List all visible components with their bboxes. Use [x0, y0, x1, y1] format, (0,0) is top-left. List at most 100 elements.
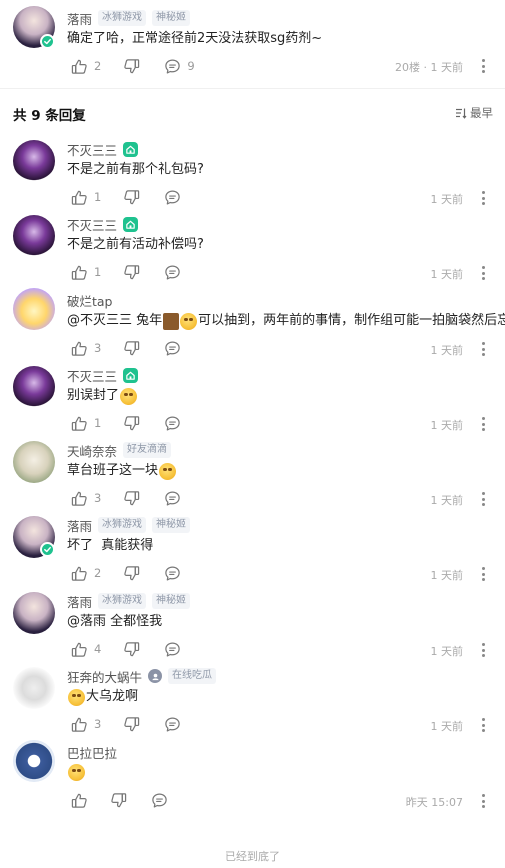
avatar[interactable] — [13, 667, 55, 709]
more-options-icon[interactable] — [481, 191, 485, 205]
like-button[interactable]: 3 — [71, 490, 101, 507]
user-tag: 冰狮游戏 — [98, 593, 147, 609]
like-button[interactable]: 3 — [71, 716, 101, 733]
thumbs-down-icon — [123, 641, 140, 658]
thumbs-up-icon — [71, 415, 88, 432]
more-options-icon[interactable] — [481, 567, 485, 581]
dislike-button[interactable] — [123, 490, 140, 507]
reply-icon — [164, 58, 181, 75]
username[interactable]: 巴拉巴拉 — [67, 743, 117, 762]
reply-time: 1 天前 — [430, 720, 464, 733]
dislike-button[interactable] — [123, 58, 140, 75]
username[interactable]: 不灭三三 — [67, 140, 117, 159]
user-tag: 神秘姬 — [152, 593, 191, 609]
username[interactable]: 落雨 — [67, 592, 92, 611]
user-tag: 在线吃瓜 — [168, 668, 217, 684]
username[interactable]: 落雨 — [67, 9, 92, 28]
home-badge-icon — [123, 216, 139, 232]
dislike-button[interactable] — [123, 264, 140, 281]
verified-badge-icon — [40, 34, 55, 49]
username[interactable]: 落雨 — [67, 516, 92, 535]
like-button[interactable]: 4 — [71, 641, 101, 658]
thumbs-down-icon — [123, 565, 140, 582]
user-tag: 神秘姬 — [152, 517, 191, 533]
user-tag: 冰狮游戏 — [98, 10, 147, 26]
reply-button[interactable] — [151, 792, 168, 809]
reply-text: 大乌龙啊 — [67, 688, 138, 706]
more-options-icon[interactable] — [481, 718, 485, 732]
reply-icon — [164, 189, 181, 206]
reply-text — [67, 764, 86, 781]
more-options-icon[interactable] — [481, 59, 485, 73]
reply-button[interactable] — [164, 189, 181, 206]
like-button[interactable]: 2 — [71, 565, 101, 582]
like-button[interactable]: 1 — [71, 189, 101, 206]
dislike-button[interactable] — [123, 641, 140, 658]
dislike-button[interactable] — [123, 716, 140, 733]
emoji-icon — [68, 764, 85, 781]
avatar[interactable] — [13, 140, 55, 182]
avatar[interactable] — [13, 740, 55, 782]
username[interactable]: 天崎奈奈 — [67, 441, 117, 460]
more-options-icon[interactable] — [481, 794, 485, 808]
reply-text: @不灭三三 兔年 可以抽到，两年前的事情，制作组可能一拍脑袋然后忘了 — [67, 312, 505, 330]
thumbs-up-icon — [71, 792, 88, 809]
thumbs-down-icon — [123, 716, 140, 733]
reply-text-content: 别误封了 — [67, 388, 120, 403]
username[interactable]: 不灭三三 — [67, 215, 117, 234]
reply-button[interactable] — [164, 264, 181, 281]
comment-meta: 20楼 · 1 天前 — [395, 61, 463, 74]
shield-badge-icon — [148, 669, 163, 683]
thumbs-up-icon — [71, 264, 88, 281]
reply-button[interactable] — [164, 490, 181, 507]
dislike-button[interactable] — [123, 189, 140, 206]
reply-button[interactable] — [164, 641, 181, 658]
reply-button[interactable]: 9 — [164, 58, 195, 75]
like-button[interactable]: 2 — [71, 58, 101, 75]
dislike-button[interactable] — [123, 565, 140, 582]
verified-badge-icon — [40, 542, 55, 557]
dislike-button[interactable] — [110, 792, 127, 809]
more-options-icon[interactable] — [481, 643, 485, 657]
username[interactable]: 破烂tap — [67, 291, 113, 310]
avatar[interactable] — [13, 441, 55, 483]
more-options-icon[interactable] — [481, 266, 485, 280]
comment-text: 确定了哈，正常途径前2天没法获取sg药剂~ — [67, 31, 323, 46]
avatar[interactable] — [13, 288, 55, 330]
reply-time: 1 天前 — [430, 569, 464, 582]
reply-button[interactable] — [164, 565, 181, 582]
emoji-icon — [68, 688, 85, 706]
reply-time: 1 天前 — [430, 344, 464, 357]
dislike-button[interactable] — [123, 340, 140, 357]
username[interactable]: 不灭三三 — [67, 366, 117, 385]
reply-text: @落雨 全都怪我 — [67, 614, 163, 629]
reply-text-rest: 可以抽到，两年前的事情，制作组可能一拍脑袋然后忘了 — [198, 313, 505, 328]
user-tag: 冰狮游戏 — [98, 517, 147, 533]
like-button[interactable]: 1 — [71, 415, 101, 432]
reply-icon — [164, 415, 181, 432]
sort-toggle[interactable]: 最早 — [455, 105, 493, 121]
like-count: 2 — [94, 566, 102, 580]
thumbs-down-icon — [123, 264, 140, 281]
sticker-icon — [163, 312, 180, 330]
more-options-icon[interactable] — [481, 417, 485, 431]
thumbs-up-icon — [71, 189, 88, 206]
reply-button[interactable] — [164, 716, 181, 733]
like-button[interactable]: 1 — [71, 264, 101, 281]
like-button[interactable]: 3 — [71, 340, 101, 357]
reply-button[interactable] — [164, 415, 181, 432]
like-button[interactable] — [71, 792, 88, 809]
thumbs-down-icon — [123, 415, 140, 432]
avatar[interactable] — [13, 366, 55, 408]
thumbs-down-icon — [110, 792, 127, 809]
more-options-icon[interactable] — [481, 492, 485, 506]
avatar[interactable] — [13, 592, 55, 634]
thumbs-down-icon — [123, 58, 140, 75]
dislike-button[interactable] — [123, 415, 140, 432]
more-options-icon[interactable] — [481, 342, 485, 356]
username[interactable]: 狂奔的大蜗牛 — [67, 667, 142, 686]
reply-button[interactable] — [164, 340, 181, 357]
like-count: 3 — [94, 491, 102, 505]
avatar[interactable] — [13, 215, 55, 257]
reply-time: 1 天前 — [430, 268, 464, 281]
